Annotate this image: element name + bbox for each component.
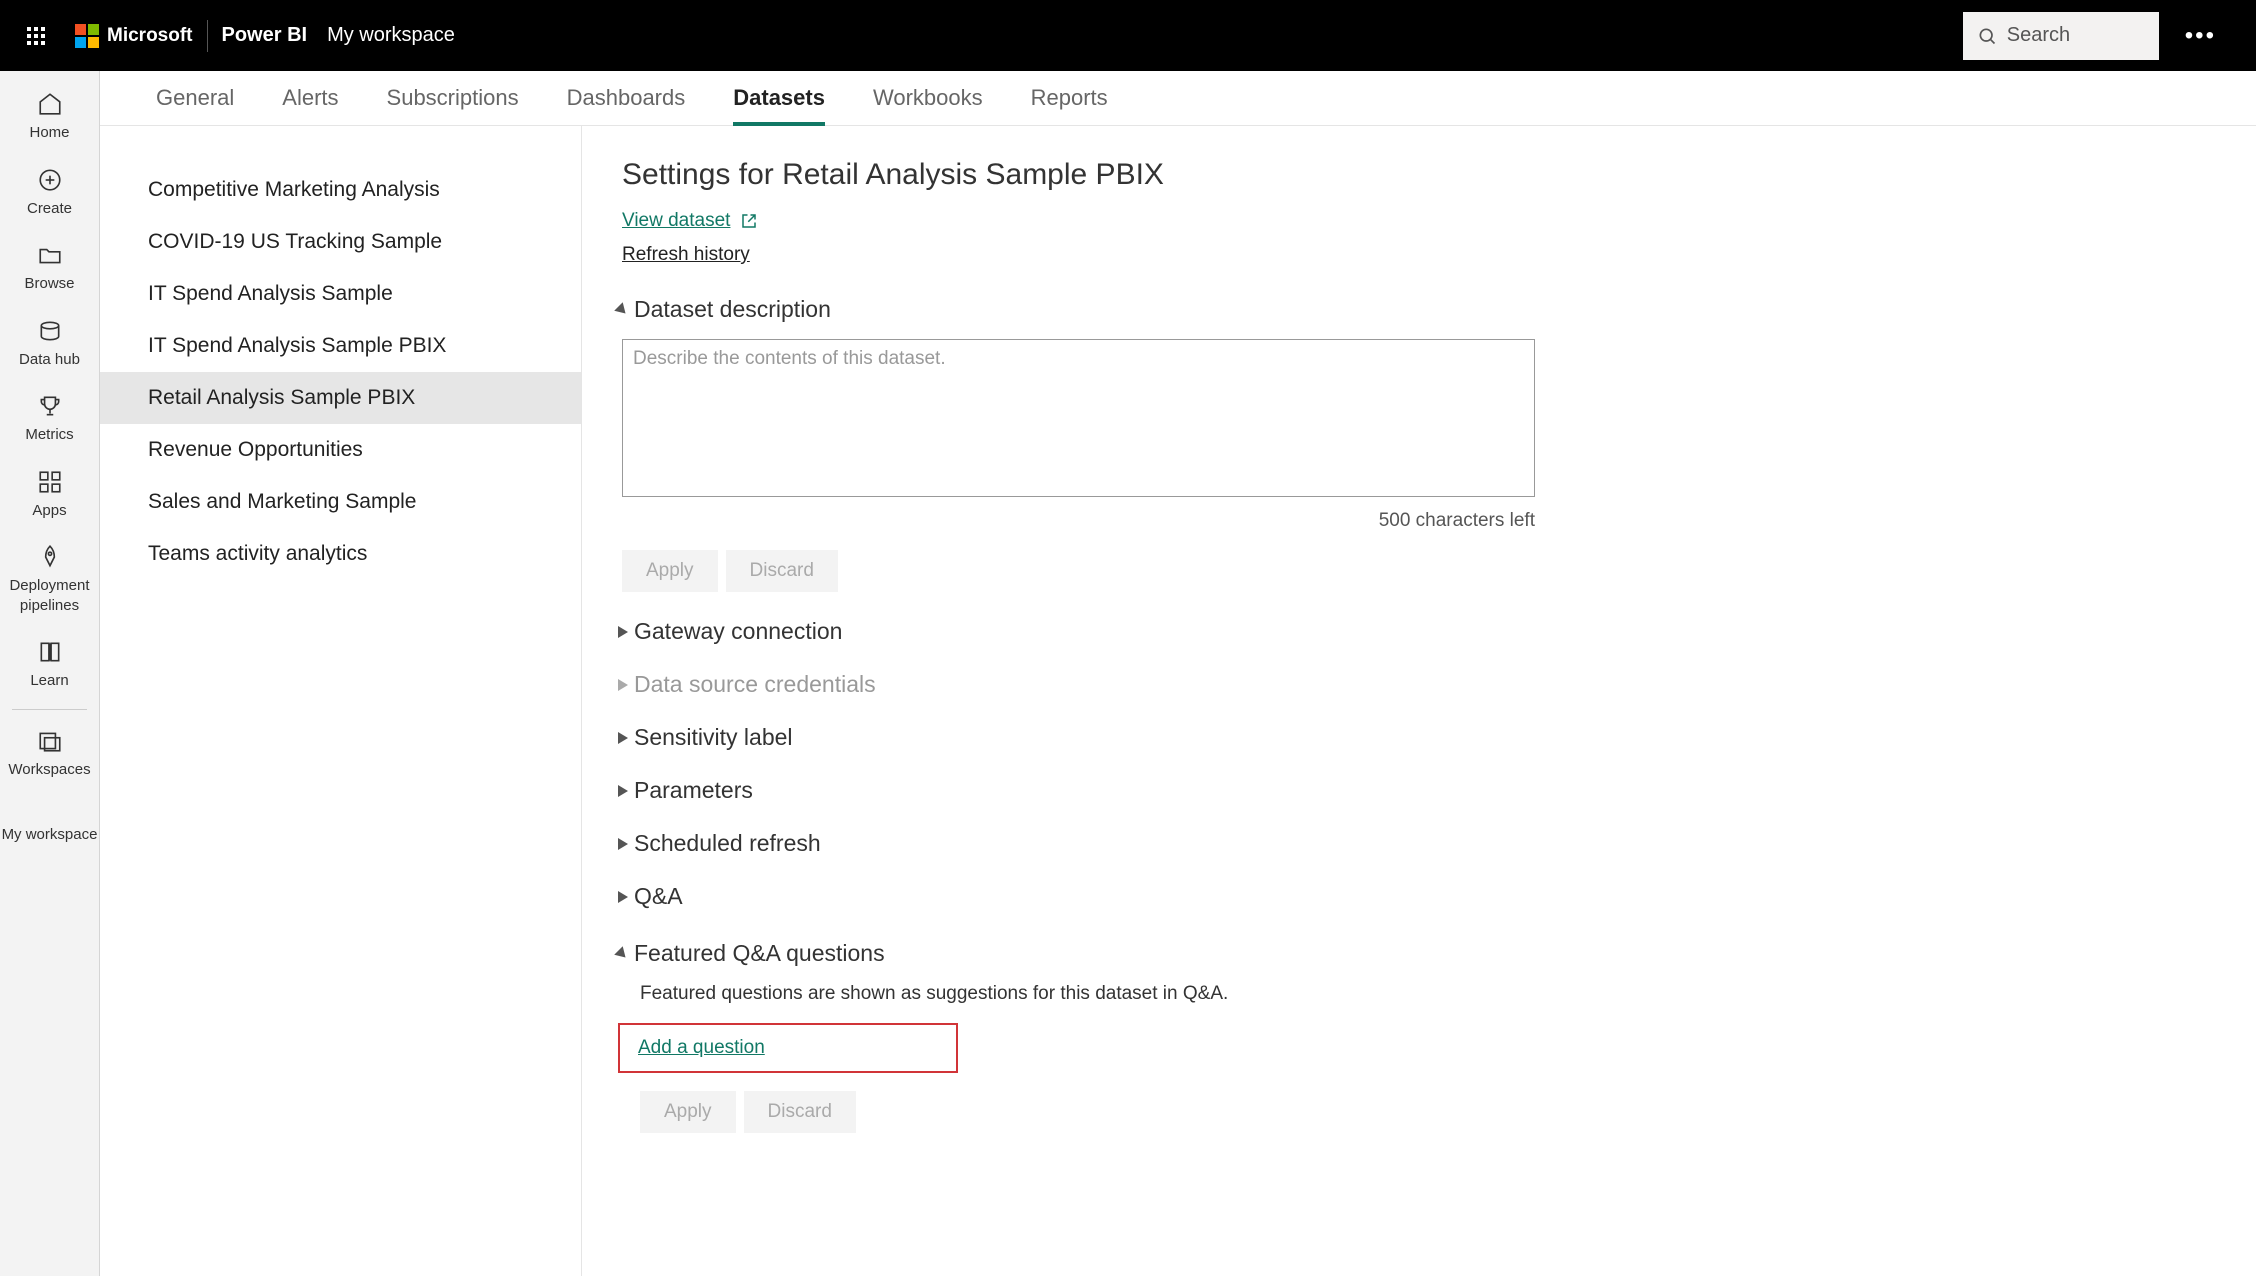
dataset-item[interactable]: Revenue Opportunities <box>100 424 581 476</box>
more-options-button[interactable]: ••• <box>2175 22 2226 50</box>
datahub-icon <box>35 316 65 346</box>
section-scheduled[interactable]: Scheduled refresh <box>622 830 2216 857</box>
folder-icon <box>35 240 65 270</box>
section-dataset-description[interactable]: Dataset description <box>622 296 2216 323</box>
expand-icon <box>614 302 630 318</box>
add-question-link[interactable]: Add a question <box>638 1037 765 1058</box>
tab-subscriptions[interactable]: Subscriptions <box>387 85 519 125</box>
apply-button[interactable]: Apply <box>640 1091 736 1133</box>
create-icon <box>35 165 65 195</box>
breadcrumb[interactable]: My workspace <box>327 24 455 47</box>
product-name[interactable]: Power BI <box>222 24 308 47</box>
book-icon <box>35 637 65 667</box>
microsoft-logo-icon <box>75 24 99 48</box>
home-icon <box>35 89 65 119</box>
header-divider <box>207 20 208 52</box>
dataset-item[interactable]: IT Spend Analysis Sample <box>100 268 581 320</box>
collapse-icon <box>618 679 628 691</box>
nav-datahub[interactable]: Data hub <box>0 306 99 382</box>
page-title: Settings for Retail Analysis Sample PBIX <box>622 158 2216 192</box>
description-input[interactable] <box>622 339 1535 497</box>
top-header-bar: Microsoft Power BI My workspace Search •… <box>0 0 2256 71</box>
nav-myworkspace[interactable]: My workspace <box>0 811 99 857</box>
trophy-icon <box>35 391 65 421</box>
dataset-item[interactable]: COVID-19 US Tracking Sample <box>100 216 581 268</box>
apps-icon <box>35 467 65 497</box>
nav-create[interactable]: Create <box>0 155 99 231</box>
tab-general[interactable]: General <box>156 85 234 125</box>
dataset-item[interactable]: Competitive Marketing Analysis <box>100 164 581 216</box>
nav-apps[interactable]: Apps <box>0 457 99 533</box>
dataset-item[interactable]: Teams activity analytics <box>100 528 581 580</box>
section-gateway[interactable]: Gateway connection <box>622 618 2216 645</box>
search-icon <box>1977 26 1997 46</box>
section-sensitivity[interactable]: Sensitivity label <box>622 724 2216 751</box>
featured-description: Featured questions are shown as suggesti… <box>640 983 2216 1005</box>
external-link-icon <box>740 212 758 230</box>
apply-button[interactable]: Apply <box>622 550 718 592</box>
discard-button[interactable]: Discard <box>726 550 838 592</box>
section-featured-qa[interactable]: Featured Q&A questions <box>622 940 2216 967</box>
section-qa[interactable]: Q&A <box>622 883 2216 910</box>
tab-workbooks[interactable]: Workbooks <box>873 85 983 125</box>
collapse-icon <box>618 732 628 744</box>
discard-button[interactable]: Discard <box>744 1091 856 1133</box>
collapse-icon <box>618 785 628 797</box>
settings-tabs: General Alerts Subscriptions Dashboards … <box>100 71 2256 126</box>
section-parameters[interactable]: Parameters <box>622 777 2216 804</box>
content-area: General Alerts Subscriptions Dashboards … <box>100 71 2256 1276</box>
tab-reports[interactable]: Reports <box>1031 85 1108 125</box>
section-credentials[interactable]: Data source credentials <box>622 671 2216 698</box>
waffle-icon <box>27 27 45 45</box>
rocket-icon <box>35 542 65 572</box>
add-question-highlight: Add a question <box>618 1023 958 1073</box>
refresh-history-link[interactable]: Refresh history <box>622 244 750 265</box>
search-input[interactable]: Search <box>1963 12 2159 60</box>
settings-panel: Settings for Retail Analysis Sample PBIX… <box>582 126 2256 1276</box>
dataset-list: Competitive Marketing Analysis COVID-19 … <box>100 126 582 1276</box>
microsoft-brand[interactable]: Microsoft <box>75 24 193 48</box>
nav-learn[interactable]: Learn <box>0 627 99 703</box>
nav-home[interactable]: Home <box>0 79 99 155</box>
collapse-icon <box>618 838 628 850</box>
search-placeholder: Search <box>2007 24 2070 47</box>
expand-icon <box>614 946 630 962</box>
left-navigation: Home Create Browse Data hub Metrics <box>0 71 100 1276</box>
tab-datasets[interactable]: Datasets <box>733 85 825 125</box>
nav-deployment[interactable]: Deployment pipelines <box>0 532 99 627</box>
view-dataset-link[interactable]: View dataset <box>622 210 730 232</box>
tab-dashboards[interactable]: Dashboards <box>567 85 686 125</box>
collapse-icon <box>618 891 628 903</box>
dataset-item[interactable]: IT Spend Analysis Sample PBIX <box>100 320 581 372</box>
tab-alerts[interactable]: Alerts <box>282 85 338 125</box>
nav-workspaces[interactable]: Workspaces <box>0 716 99 792</box>
nav-browse[interactable]: Browse <box>0 230 99 306</box>
app-launcher-button[interactable] <box>12 12 60 60</box>
nav-divider <box>12 709 87 710</box>
character-counter: 500 characters left <box>622 510 1535 532</box>
dataset-item[interactable]: Sales and Marketing Sample <box>100 476 581 528</box>
nav-metrics[interactable]: Metrics <box>0 381 99 457</box>
microsoft-text: Microsoft <box>107 25 193 47</box>
dataset-item-selected[interactable]: Retail Analysis Sample PBIX <box>100 372 581 424</box>
collapse-icon <box>618 626 628 638</box>
workspaces-icon <box>35 726 65 756</box>
